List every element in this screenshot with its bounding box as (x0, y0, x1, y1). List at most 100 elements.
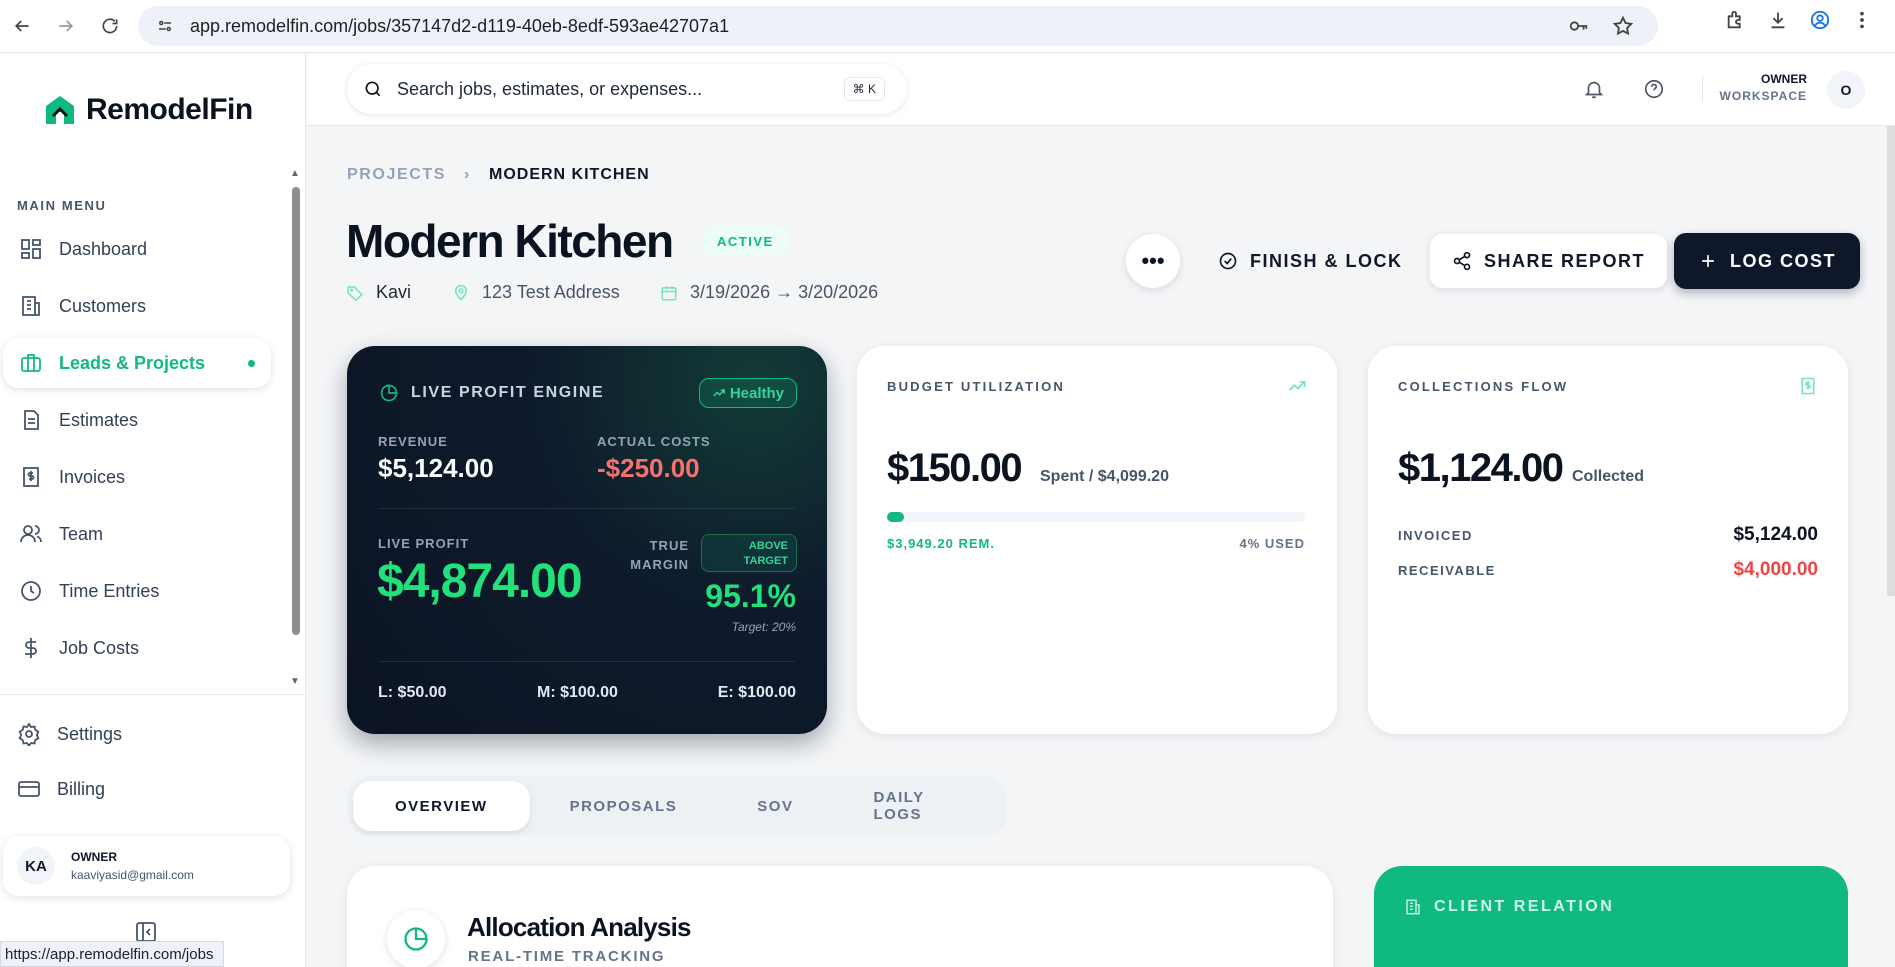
breadcrumb-projects[interactable]: PROJECTS (347, 166, 446, 184)
more-vert-icon[interactable] (1851, 9, 1873, 36)
collected-suffix: Collected (1572, 468, 1645, 485)
log-cost-label: LOG COST (1730, 250, 1836, 271)
tag-icon (347, 285, 363, 302)
sidebar-item-time-entries[interactable]: Time Entries (3, 566, 271, 616)
revenue-value: $5,124.00 (378, 453, 494, 483)
download-icon[interactable] (1767, 9, 1789, 36)
document-icon (24, 410, 39, 430)
above-target-line1: ABOVE (748, 540, 788, 552)
sidebar-item-label: Estimates (59, 409, 139, 430)
profit-divider (379, 508, 795, 509)
brand-logo[interactable]: RemodelFin (42, 92, 253, 128)
brand-mark-icon (46, 96, 74, 124)
target-note: Target: 20% (731, 620, 796, 634)
bell-icon[interactable] (1583, 78, 1605, 105)
breadcrumb-current: MODERN KITCHEN (488, 166, 650, 183)
plus-icon (1702, 255, 1714, 267)
allocation-title: Allocation Analysis (467, 912, 691, 942)
back-icon[interactable] (0, 4, 44, 48)
sidebar-item-billing[interactable]: Billing (17, 777, 105, 801)
trending-up-icon (1287, 376, 1307, 401)
budget-spent-value: $150.00 (887, 446, 1023, 490)
scroll-down-arrow-icon[interactable]: ▼ (290, 676, 300, 687)
budget-remaining: $3,949.20 REM. (887, 536, 995, 551)
forward-icon[interactable] (44, 4, 88, 48)
above-target-badge: ABOVE TARGET (701, 534, 797, 572)
tab-daily-logs[interactable]: DAILY LOGS (833, 781, 1007, 831)
actual-costs-label: ACTUAL COSTS (597, 434, 711, 449)
browser-toolbar: app.remodelfin.com/jobs/357147d2-d119-40… (0, 0, 1895, 53)
true-margin-label-line2: MARGIN (630, 557, 689, 572)
extensions-icon[interactable] (1725, 9, 1747, 36)
address-bar[interactable]: app.remodelfin.com/jobs/357147d2-d119-40… (138, 6, 1658, 46)
more-options-button[interactable]: ••• (1126, 234, 1180, 288)
workspace-switcher[interactable]: OWNER WORKSPACE (1717, 72, 1807, 103)
breadcrumb: PROJECTS › MODERN KITCHEN (347, 166, 650, 184)
client-relation-card: CLIENT RELATION (1374, 866, 1848, 967)
allocation-subtitle: REAL-TIME TRACKING (468, 948, 666, 965)
collections-flow-card: COLLECTIONS FLOW $1,124.00 Collected INV… (1368, 346, 1848, 734)
trending-up-icon (713, 389, 725, 397)
search-input[interactable]: Search jobs, estimates, or expenses... ⌘… (347, 64, 907, 114)
settings-label: Settings (57, 723, 123, 744)
budget-spent-suffix: Spent / $4,099.20 (1040, 468, 1169, 485)
reload-icon[interactable] (88, 4, 132, 48)
sidebar-item-settings[interactable]: Settings (17, 722, 122, 746)
sidebar-item-label: Dashboard (59, 238, 148, 259)
site-settings-icon[interactable] (152, 13, 178, 39)
live-profit-engine-card: LIVE PROFIT ENGINE Healthy REVENUE $5,12… (347, 346, 827, 734)
sidebar-item-label: Job Costs (59, 637, 140, 658)
sidebar-item-label: Team (59, 523, 104, 544)
search-icon (365, 81, 381, 97)
help-icon[interactable] (1643, 78, 1665, 105)
password-key-icon[interactable] (1568, 15, 1590, 42)
true-margin-value: 95.1% (705, 578, 796, 614)
briefcase-icon (21, 354, 41, 372)
project-tabs: OVERVIEW PROPOSALS SOV DAILY LOGS (347, 776, 1007, 836)
page-title: Modern Kitchen (346, 215, 674, 267)
bookmark-star-icon[interactable] (1612, 15, 1634, 42)
team-icon (20, 525, 42, 543)
tab-overview[interactable]: OVERVIEW (353, 781, 530, 831)
avatar[interactable]: O (1827, 71, 1865, 109)
breakdown-divider (379, 661, 795, 662)
client-name: Kavi (376, 282, 412, 302)
live-profit-label: LIVE PROFIT (378, 536, 470, 551)
sidebar-item-leads-projects[interactable]: Leads & Projects (3, 338, 271, 388)
log-cost-button[interactable]: LOG COST (1674, 233, 1860, 289)
project-address: 123 Test Address (452, 282, 620, 303)
page-scrollbar[interactable] (1887, 126, 1895, 596)
sidebar-scrollbar[interactable] (292, 187, 300, 635)
revenue-label: REVENUE (378, 434, 448, 449)
user-profile-card[interactable]: KA OWNER kaaviyasid@gmail.com (3, 836, 290, 896)
finish-lock-button[interactable]: FINISH & LOCK (1212, 234, 1409, 288)
tab-proposals[interactable]: PROPOSALS (530, 781, 718, 831)
budget-progress-bar (887, 512, 1305, 522)
search-shortcut: ⌘ K (843, 77, 885, 101)
invoiced-value: $5,124.00 (1733, 524, 1818, 545)
budget-progress-fill (887, 512, 904, 522)
health-status-badge: Healthy (698, 378, 797, 408)
sidebar: RemodelFin MAIN MENU Dashboard Customers… (0, 54, 306, 967)
topbar-separator (1702, 76, 1703, 102)
sidebar-item-customers[interactable]: Customers (3, 281, 271, 331)
pie-chart-icon (387, 910, 445, 967)
tab-sov[interactable]: SOV (717, 781, 833, 831)
sidebar-item-estimates[interactable]: Estimates (3, 395, 271, 445)
profile-icon[interactable] (1809, 9, 1831, 36)
above-target-line2: TARGET (743, 555, 788, 567)
gear-icon (18, 722, 40, 746)
sidebar-item-invoices[interactable]: Invoices (3, 452, 271, 502)
sidebar-item-label: Leads & Projects (59, 352, 206, 373)
workspace-name: WORKSPACE (1719, 89, 1807, 103)
sidebar-item-label: Time Entries (59, 580, 160, 601)
sidebar-item-dashboard[interactable]: Dashboard (3, 224, 271, 274)
share-report-button[interactable]: SHARE REPORT (1430, 234, 1668, 288)
sidebar-item-team[interactable]: Team (3, 509, 271, 559)
live-profit-value: $4,874.00 (377, 555, 583, 608)
sidebar-item-label: Customers (59, 295, 147, 316)
sidebar-item-label: Invoices (59, 466, 126, 487)
sidebar-item-job-costs[interactable]: Job Costs (3, 623, 271, 673)
scroll-up-arrow-icon[interactable]: ▲ (290, 168, 300, 179)
link-status-bar: https://app.remodelfin.com/jobs (0, 941, 225, 967)
